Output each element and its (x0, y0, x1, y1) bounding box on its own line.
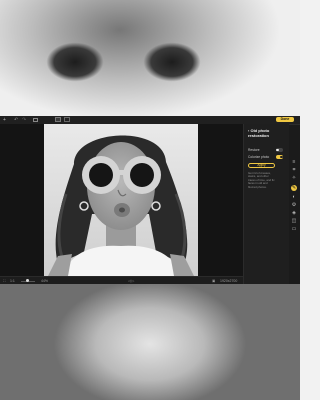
grid-icon[interactable] (33, 118, 38, 122)
done-button[interactable]: Done (276, 117, 294, 122)
crop-icon[interactable]: ⌗ (291, 167, 297, 173)
blurred-background-top (0, 0, 300, 116)
colorize-toggle[interactable] (276, 155, 283, 159)
colorize-row[interactable]: Colorize photo (248, 154, 286, 160)
restore-row[interactable]: Restore (248, 147, 286, 153)
presets-icon[interactable]: ≡ (291, 159, 297, 165)
apply-button[interactable]: Apply (248, 163, 275, 168)
redo-icon[interactable]: ↷ (22, 117, 26, 123)
panel-title[interactable]: ‹ Old photo restoration (248, 128, 286, 138)
undo-icon[interactable]: ↶ (14, 117, 18, 123)
layers-icon[interactable]: ◈ (291, 210, 297, 216)
toggle-knob (276, 148, 280, 152)
plus-icon[interactable]: + (3, 117, 6, 123)
adjust-icon[interactable]: ◐ (291, 194, 297, 200)
mask-icon[interactable]: ◫ (291, 218, 297, 224)
enhance-icon[interactable]: ✧ (291, 175, 297, 181)
restoration-hint: Get rid of creases, stains, and other tr… (248, 171, 275, 189)
editor-window: + ↶ ↷ Done ⛶ 1:1 44% ◁ ▷ ▣ 1920x2700 ‹ O… (0, 116, 300, 285)
zoom-slider-handle[interactable] (26, 279, 29, 283)
ai-tools-icon[interactable]: ✎ (291, 185, 297, 191)
restore-toggle[interactable] (276, 148, 283, 152)
toggle-knob (279, 155, 283, 159)
single-view-icon[interactable] (55, 117, 61, 122)
photo-canvas[interactable] (0, 124, 243, 276)
panel-title-text: Old photo restoration (248, 128, 270, 138)
settings-panel: ‹ Old photo restoration Restore Colorize… (243, 124, 289, 284)
restore-label: Restore (248, 148, 260, 152)
edited-photo[interactable] (44, 124, 198, 276)
export-icon[interactable]: ▭ (291, 226, 297, 232)
colorize-label: Colorize photo (248, 155, 270, 159)
retouch-icon[interactable]: ⚙ (291, 202, 297, 208)
blurred-background-bottom (0, 284, 300, 400)
split-view-icon[interactable] (64, 117, 70, 122)
